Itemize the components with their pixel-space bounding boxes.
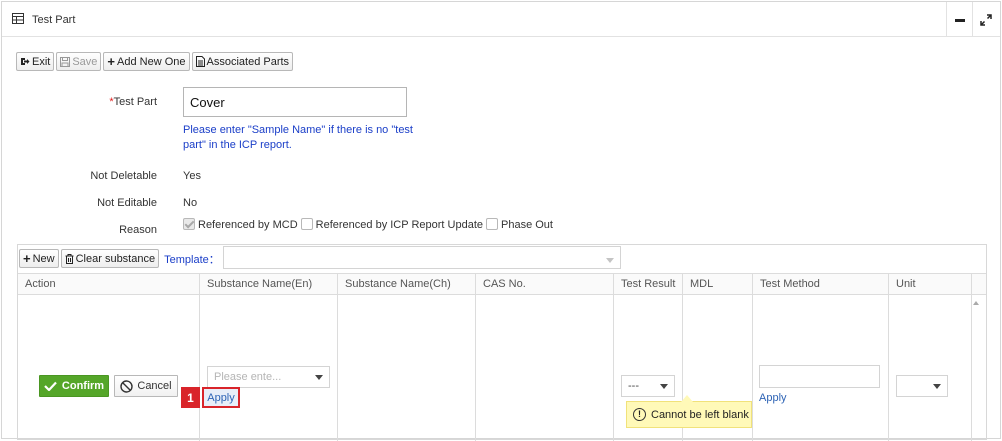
reason-icp-update[interactable]: Referenced by ICP Report Update: [300, 218, 483, 231]
col-scroll: [971, 274, 986, 294]
exit-icon: [21, 58, 30, 65]
column-divider: [337, 295, 338, 441]
col-action: Action: [25, 278, 56, 290]
chevron-down-icon: [660, 384, 668, 389]
col-substance-en: Substance Name(En): [199, 274, 337, 294]
col-mdl: MDL: [682, 274, 752, 294]
chevron-down-icon: [315, 375, 323, 380]
checkbox[interactable]: [486, 218, 498, 230]
substance-toolbar: + New Clear substance Template：: [19, 249, 220, 268]
reason-checkboxes: Referenced by MCD Referenced by ICP Repo…: [183, 218, 553, 231]
substance-table-header: Action Substance Name(En) Substance Name…: [18, 273, 986, 295]
expand-button[interactable]: [972, 2, 998, 37]
add-new-button[interactable]: + Add New One: [103, 52, 190, 71]
column-divider: [971, 295, 972, 441]
reason-phase-out[interactable]: Phase Out: [486, 218, 553, 231]
check-icon: [44, 381, 57, 391]
test-method-input[interactable]: [759, 365, 880, 388]
associated-parts-button[interactable]: Associated Parts: [191, 52, 294, 71]
save-icon: [60, 56, 71, 67]
reason-mcd[interactable]: Referenced by MCD: [183, 218, 298, 231]
not-deletable-label: Not Deletable: [90, 170, 157, 182]
substance-panel: + New Clear substance Template： Action S…: [17, 244, 987, 441]
checkbox[interactable]: [300, 218, 313, 230]
apply-method-link[interactable]: Apply: [759, 392, 787, 404]
col-unit: Unit: [888, 274, 971, 294]
main-toolbar: Exit Save + Add New One Associated Parts: [16, 52, 294, 71]
plus-icon: +: [107, 54, 116, 69]
template-select[interactable]: [223, 246, 621, 269]
test-result-select[interactable]: ---: [621, 375, 675, 397]
minimize-button[interactable]: [946, 2, 972, 37]
cancel-button[interactable]: Cancel: [114, 375, 178, 397]
not-editable-label: Not Editable: [97, 197, 157, 209]
plus-icon: +: [23, 251, 31, 266]
step-badge: 1: [181, 387, 200, 408]
col-test-result: Test Result: [613, 274, 682, 294]
warning-icon: !: [633, 408, 646, 421]
chevron-down-icon: [933, 384, 941, 389]
not-deletable-value: Yes: [183, 170, 201, 182]
column-divider: [888, 295, 889, 441]
confirm-button[interactable]: Confirm: [39, 375, 109, 397]
validation-tooltip: ! Cannot be left blank: [626, 395, 752, 428]
col-substance-ch: Substance Name(Ch): [337, 274, 475, 294]
document-icon: [195, 56, 205, 67]
save-button[interactable]: Save: [56, 52, 102, 71]
panel-title: Test Part: [32, 14, 76, 26]
ban-icon: [120, 379, 134, 393]
unit-select[interactable]: [896, 375, 948, 397]
chevron-down-icon: [606, 258, 614, 263]
expand-icon: [979, 13, 992, 26]
reason-label: Reason: [119, 224, 157, 236]
clear-substance-button[interactable]: Clear substance: [60, 249, 160, 268]
apply-substance-link[interactable]: Apply: [202, 387, 240, 408]
new-substance-button[interactable]: + New: [19, 249, 59, 268]
exit-button[interactable]: Exit: [16, 52, 55, 71]
column-divider: [752, 295, 753, 441]
template-label: Template：: [164, 253, 220, 266]
test-part-label: *Test Part: [109, 96, 157, 108]
col-cas-no: CAS No.: [475, 274, 613, 294]
column-divider: [199, 295, 200, 441]
checkbox-checked[interactable]: [183, 218, 195, 230]
column-divider: [613, 295, 614, 441]
column-divider: [475, 295, 476, 441]
test-part-hint: Please enter "Sample Name" if there is n…: [183, 124, 413, 151]
panel-header: Test Part: [2, 2, 1000, 37]
test-part-input[interactable]: Cover: [183, 87, 407, 117]
substance-name-select[interactable]: Please ente...: [207, 366, 330, 388]
table-icon: [12, 13, 24, 24]
not-editable-value: No: [183, 197, 198, 209]
trash-icon: [65, 253, 74, 264]
scroll-up-arrow-icon[interactable]: [973, 301, 979, 305]
test-part-panel: Test Part Exit Save + Add New One Associ…: [1, 1, 1001, 441]
minimize-icon: [954, 19, 965, 22]
col-test-method: Test Method: [752, 274, 888, 294]
